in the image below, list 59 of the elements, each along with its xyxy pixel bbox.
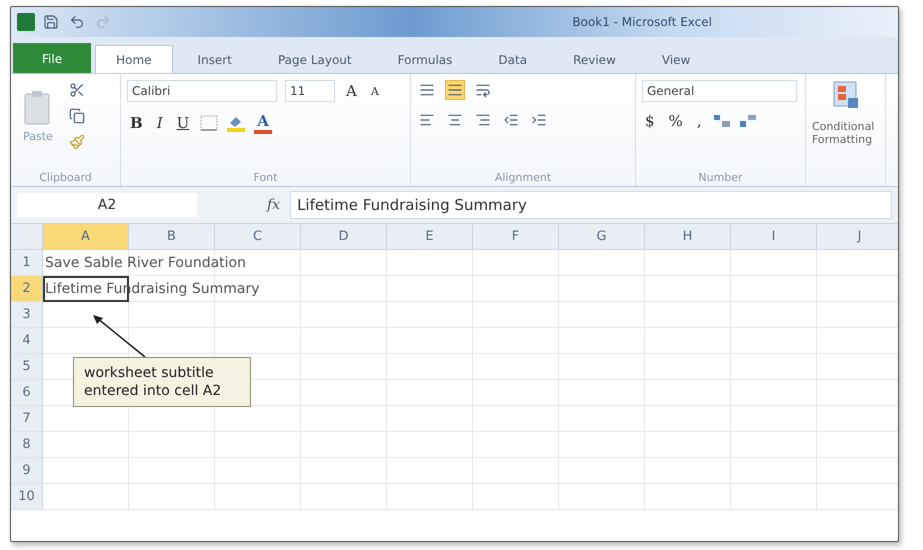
cell-text: Save Sable River Foundation — [44, 255, 246, 271]
column-header[interactable]: G — [559, 224, 645, 250]
column-header[interactable]: F — [473, 224, 559, 250]
shrink-font-button[interactable]: A — [368, 84, 382, 98]
currency-button[interactable]: $ — [642, 112, 658, 130]
align-middle-icon[interactable] — [445, 80, 465, 100]
ribbon-tab[interactable]: Insert — [176, 45, 253, 73]
borders-icon — [200, 115, 218, 131]
column-header[interactable]: E — [387, 224, 473, 250]
column-header[interactable]: B — [129, 224, 215, 250]
ribbon-tab[interactable]: Formulas — [376, 45, 474, 73]
grow-font-button[interactable]: A — [343, 82, 360, 100]
bold-button[interactable]: B — [127, 114, 146, 132]
formula-field[interactable]: Lifetime Fundraising Summary — [290, 191, 892, 219]
insert-function-button[interactable]: fx — [267, 197, 280, 213]
row-header[interactable]: 4 — [11, 328, 43, 354]
column-header[interactable]: C — [215, 224, 301, 250]
conditional-formatting-button[interactable]: Conditional Formatting — [812, 120, 879, 146]
callout-note: worksheet subtitle entered into cell A2 — [73, 357, 251, 408]
font-name-field[interactable]: Calibri — [127, 80, 277, 102]
fill-color-icon — [226, 114, 246, 132]
row-header[interactable]: 5 — [11, 354, 43, 380]
column-header[interactable]: I — [731, 224, 817, 250]
file-tab[interactable]: File — [13, 43, 92, 73]
percent-button[interactable]: % — [666, 112, 686, 130]
row-header[interactable]: 8 — [11, 432, 43, 458]
window-title: Book1 - Microsoft Excel — [572, 15, 712, 29]
ribbon-tab[interactable]: View — [640, 45, 712, 73]
underline-button[interactable]: U — [174, 114, 192, 132]
comma-button[interactable]: , — [694, 112, 705, 130]
paste-button[interactable]: Paste — [17, 88, 59, 144]
group-label: Clipboard — [39, 171, 92, 184]
name-box[interactable]: A2 — [17, 193, 197, 217]
row-header[interactable]: 7 — [11, 406, 43, 432]
copy-icon[interactable] — [67, 106, 87, 126]
ribbon-tab[interactable]: Home — [95, 45, 173, 73]
italic-button[interactable]: I — [154, 114, 166, 132]
ribbon-tab[interactable]: Review — [552, 45, 637, 73]
conditional-formatting-icon — [832, 80, 860, 110]
font-size-field[interactable]: 11 — [285, 80, 335, 102]
number-format-field[interactable]: General — [642, 80, 797, 102]
cell-grid[interactable] — [43, 250, 898, 510]
row-header[interactable]: 2 — [11, 276, 43, 302]
row-header[interactable]: 9 — [11, 458, 43, 484]
group-label: Font — [254, 171, 278, 184]
row-header[interactable]: 1 — [11, 250, 43, 276]
column-header[interactable]: A — [43, 224, 129, 250]
ribbon-tab[interactable]: Page Layout — [256, 45, 373, 73]
group-label: Number — [698, 171, 743, 184]
column-header[interactable]: H — [645, 224, 731, 250]
row-header[interactable]: 3 — [11, 302, 43, 328]
column-header[interactable]: D — [301, 224, 387, 250]
row-header[interactable]: 10 — [11, 484, 43, 510]
font-color-button[interactable]: A — [254, 112, 272, 134]
leader-line — [91, 313, 147, 359]
ribbon-tab[interactable]: Data — [477, 45, 548, 73]
row-header[interactable]: 6 — [11, 380, 43, 406]
column-header[interactable]: J — [817, 224, 898, 250]
group-label: Alignment — [494, 171, 552, 184]
